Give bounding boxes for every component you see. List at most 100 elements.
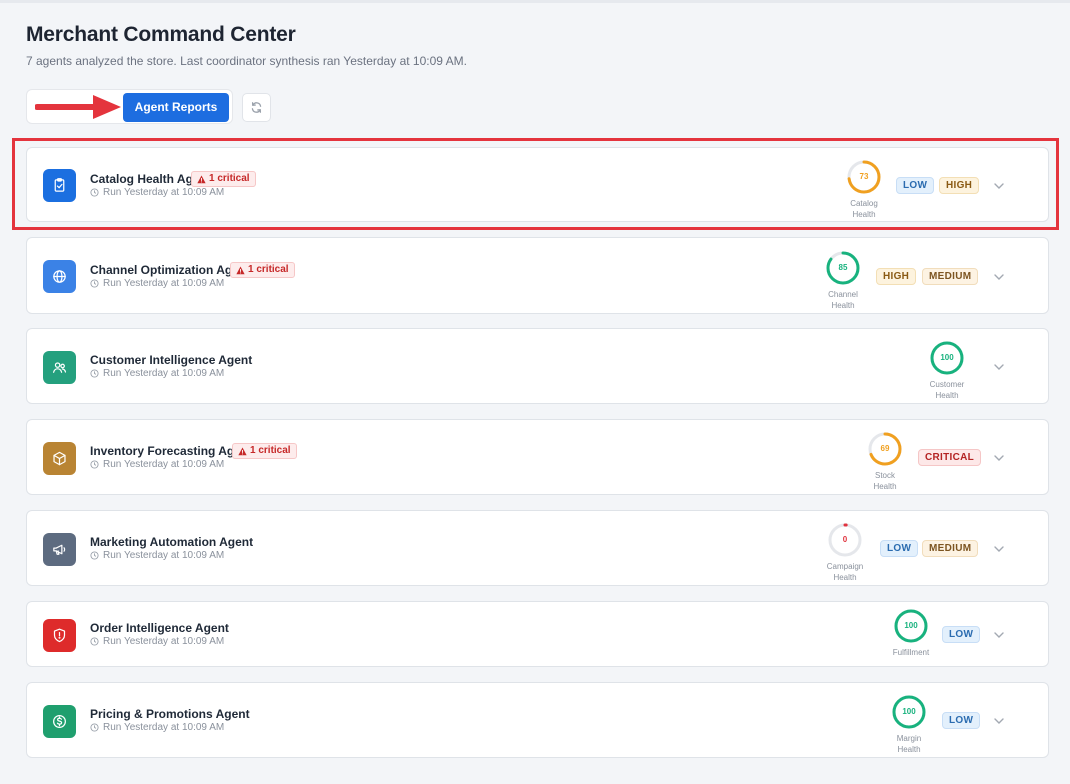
run-text: Run Yesterday at 10:09 AM xyxy=(103,459,225,470)
shield-alert-icon xyxy=(43,619,76,652)
users-icon xyxy=(43,351,76,384)
clock-icon xyxy=(90,637,99,646)
critical-badge: 1 critical xyxy=(230,262,295,278)
globe-icon xyxy=(43,260,76,293)
agent-name: Customer Intelligence Agent xyxy=(90,353,253,367)
gauge-label-line2: Health xyxy=(833,573,857,582)
run-timestamp: Run Yesterday at 10:09 AM xyxy=(90,550,224,561)
severity-pill: LOW xyxy=(896,177,935,194)
dollar-icon xyxy=(43,705,76,738)
run-timestamp: Run Yesterday at 10:09 AM xyxy=(90,459,224,470)
gauge-label-line2: Health xyxy=(873,482,897,491)
health-gauge: 100 xyxy=(893,608,929,644)
gauge-score: 73 xyxy=(859,172,869,181)
gauge-score: 85 xyxy=(838,263,848,272)
agent-card[interactable]: Customer Intelligence Agent Run Yesterda… xyxy=(26,328,1049,404)
gauge-label: Margin Health xyxy=(879,733,939,755)
clock-icon xyxy=(90,460,99,469)
health-gauge: 69 xyxy=(867,431,903,467)
agent-card[interactable]: Pricing & Promotions Agent Run Yesterday… xyxy=(26,682,1049,758)
top-divider xyxy=(0,0,1070,3)
refresh-button[interactable] xyxy=(242,93,271,122)
agent-name: Inventory Forecasting Agent xyxy=(90,444,253,458)
run-timestamp: Run Yesterday at 10:09 AM xyxy=(90,187,224,198)
gauge-label: Customer Health xyxy=(917,379,977,401)
critical-count: 1 critical xyxy=(250,445,291,456)
severity-pill: CRITICAL xyxy=(918,449,982,466)
chevron-down-icon[interactable] xyxy=(993,182,1005,190)
health-gauge: 85 xyxy=(825,250,861,286)
chevron-down-icon[interactable] xyxy=(993,545,1005,553)
run-timestamp: Run Yesterday at 10:09 AM xyxy=(90,636,224,647)
clock-icon xyxy=(90,723,99,732)
gauge-label-line2: Health xyxy=(935,391,959,400)
severity-pill: LOW xyxy=(942,626,981,643)
chevron-down-icon[interactable] xyxy=(993,363,1005,371)
run-text: Run Yesterday at 10:09 AM xyxy=(103,187,225,198)
agent-name: Pricing & Promotions Agent xyxy=(90,707,250,721)
gauge-label: Campaign Health xyxy=(815,561,875,583)
agent-card[interactable]: Inventory Forecasting Agent 1 critical R… xyxy=(26,419,1049,495)
gauge-label-line1: Fulfillment xyxy=(892,648,930,657)
chevron-down-icon[interactable] xyxy=(993,454,1005,462)
warning-triangle-icon xyxy=(236,266,245,274)
tab-agent-reports[interactable]: Agent Reports xyxy=(123,93,229,122)
clipboard-check-icon xyxy=(43,169,76,202)
gauge-label-line1: Customer xyxy=(929,380,965,389)
gauge-score: 100 xyxy=(904,621,918,630)
clock-icon xyxy=(90,369,99,378)
severity-pill: LOW xyxy=(942,712,981,729)
gauge-label: Channel Health xyxy=(813,289,873,311)
gauge-label-line1: Stock xyxy=(874,471,895,480)
agent-name: Channel Optimization Agent xyxy=(90,263,251,277)
gauge-label-line1: Campaign xyxy=(826,562,864,571)
severity-pill: LOW xyxy=(880,540,919,557)
clock-icon xyxy=(90,188,99,197)
chevron-down-icon[interactable] xyxy=(993,717,1005,725)
run-text: Run Yesterday at 10:09 AM xyxy=(103,722,225,733)
run-timestamp: Run Yesterday at 10:09 AM xyxy=(90,368,224,379)
run-text: Run Yesterday at 10:09 AM xyxy=(103,550,225,561)
critical-badge: 1 critical xyxy=(191,171,256,187)
agent-card[interactable]: Channel Optimization Agent 1 critical Ru… xyxy=(26,237,1049,314)
gauge-score: 100 xyxy=(902,707,916,716)
gauge-label: Stock Health xyxy=(855,470,915,492)
health-gauge: 100 xyxy=(929,340,965,376)
annotation-arrow xyxy=(34,93,122,126)
warning-triangle-icon xyxy=(197,175,206,183)
gauge-label-line1: Channel xyxy=(828,290,858,299)
box-icon xyxy=(43,442,76,475)
megaphone-icon xyxy=(43,533,76,566)
refresh-icon xyxy=(251,102,262,113)
gauge-label: Catalog Health xyxy=(834,198,894,220)
page-title: Merchant Command Center xyxy=(26,23,296,46)
gauge-label-line1: Catalog xyxy=(850,199,878,208)
run-timestamp: Run Yesterday at 10:09 AM xyxy=(90,278,224,289)
agent-name: Order Intelligence Agent xyxy=(90,621,229,635)
gauge-score: 100 xyxy=(940,353,954,362)
gauge-score: 69 xyxy=(880,444,890,453)
gauge-score: 0 xyxy=(842,535,848,544)
chevron-down-icon[interactable] xyxy=(993,631,1005,639)
gauge-label-line2: Health xyxy=(852,210,876,219)
critical-badge: 1 critical xyxy=(232,443,297,459)
severity-pill: HIGH xyxy=(876,268,917,285)
agent-card[interactable]: Catalog Health Agent 1 critical Run Yest… xyxy=(26,147,1049,222)
gauge-label-line1: Margin xyxy=(896,734,922,743)
clock-icon xyxy=(90,551,99,560)
critical-count: 1 critical xyxy=(209,173,250,184)
gauge-label: Fulfillment xyxy=(881,647,941,658)
agent-card[interactable]: Order Intelligence Agent Run Yesterday a… xyxy=(26,601,1049,667)
critical-count: 1 critical xyxy=(248,264,289,275)
severity-pill: HIGH xyxy=(939,177,980,194)
run-text: Run Yesterday at 10:09 AM xyxy=(103,636,225,647)
agent-card[interactable]: Marketing Automation Agent Run Yesterday… xyxy=(26,510,1049,586)
warning-triangle-icon xyxy=(238,447,247,455)
health-gauge: 0 xyxy=(827,522,863,558)
severity-pill: MEDIUM xyxy=(922,268,979,285)
clock-icon xyxy=(90,279,99,288)
chevron-down-icon[interactable] xyxy=(993,273,1005,281)
gauge-label-line2: Health xyxy=(831,301,855,310)
page-subtitle: 7 agents analyzed the store. Last coordi… xyxy=(26,54,467,68)
run-text: Run Yesterday at 10:09 AM xyxy=(103,368,225,379)
